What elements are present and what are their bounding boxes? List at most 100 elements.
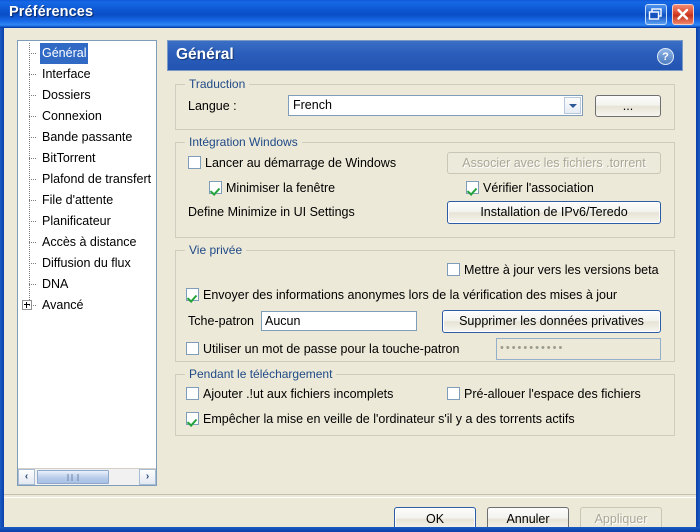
sidebar-item-plafond-de-transfert[interactable]: Plafond de transfert xyxy=(18,169,156,190)
window-border-right xyxy=(696,28,700,532)
tree-branch-icon xyxy=(29,284,36,286)
footer-divider xyxy=(4,494,696,498)
checkbox-label: Empêcher la mise en veille de l'ordinate… xyxy=(203,412,575,426)
close-icon[interactable] xyxy=(672,4,694,25)
scrollbar-thumb[interactable] xyxy=(37,470,109,484)
sidebar-item-label: Avancé xyxy=(42,298,84,312)
tree-branch-icon xyxy=(29,263,36,265)
sidebar-item-interface[interactable]: Interface xyxy=(18,64,156,85)
scroll-left-arrow-icon[interactable]: ‹ xyxy=(18,469,35,485)
tree-branch-icon xyxy=(29,179,36,181)
checkbox-label: Lancer au démarrage de Windows xyxy=(205,156,397,170)
associate-torrent-button: Associer avec les fichiers .torrent xyxy=(447,152,661,174)
checkbox-box[interactable] xyxy=(186,387,199,400)
sidebar-item-label: Dossiers xyxy=(42,88,91,102)
delete-private-data-button[interactable]: Supprimer les données privatives xyxy=(442,310,661,333)
sidebar-item-label: Bande passante xyxy=(42,130,133,144)
sidebar-item-label: Planificateur xyxy=(42,214,111,228)
settings-tree[interactable]: Général Interface Dossiers Connexion Bande p… xyxy=(17,40,157,486)
checkbox-box[interactable] xyxy=(447,263,460,276)
preferences-dialog: Préférences Général Interface Dossiers Conn… xyxy=(0,0,700,532)
sidebar-item-label: Accès à distance xyxy=(42,235,137,249)
tree-branch-icon xyxy=(29,242,36,244)
patron-key-value: Aucun xyxy=(265,314,301,328)
checkbox-box[interactable] xyxy=(186,342,199,355)
checkbox-box[interactable] xyxy=(447,387,460,400)
tree-branch-icon xyxy=(29,200,36,202)
checkbox-label: Envoyer des informations anonymes lors d… xyxy=(203,288,618,302)
checkbox-box[interactable] xyxy=(209,181,222,194)
pane-header: Général ? xyxy=(167,40,683,71)
sidebar-item-g-n-ral[interactable]: Général xyxy=(18,43,156,64)
browse-language-button[interactable]: ... xyxy=(595,95,661,117)
tree-branch-icon xyxy=(29,221,36,223)
sidebar-item-label: Plafond de transfert xyxy=(42,172,152,186)
sidebar-item-label: BitTorrent xyxy=(42,151,96,165)
group-title-traduction: Traduction xyxy=(185,77,250,91)
chevron-down-icon[interactable] xyxy=(564,97,581,114)
window-border-bottom xyxy=(0,527,700,532)
sidebar-item-dna[interactable]: DNA xyxy=(18,274,156,295)
tree-branch-icon xyxy=(29,137,36,139)
checkbox-label: Ajouter .!ut aux fichiers incomplets xyxy=(203,387,394,401)
minimize-note: Define Minimize in UI Settings xyxy=(188,205,355,219)
language-select[interactable]: French xyxy=(288,95,583,116)
page-title: Général xyxy=(176,46,234,63)
dialog-client-area: Général Interface Dossiers Connexion Bande p… xyxy=(4,28,696,531)
group-title-privacy: Vie privée xyxy=(185,243,247,257)
window-border-left xyxy=(0,28,4,532)
scrollbar-grip-icon xyxy=(67,474,79,481)
window-title: Préférences xyxy=(9,4,94,20)
restore-window-icon[interactable] xyxy=(645,4,667,25)
sidebar-item-label: Diffusion du flux xyxy=(42,256,131,270)
language-selected-value: French xyxy=(293,98,332,112)
sidebar-item-label: Interface xyxy=(42,67,91,81)
tree-branch-icon xyxy=(29,116,36,118)
sidebar-item-avanc[interactable]: Avancé xyxy=(18,295,156,316)
tree-branch-icon xyxy=(29,305,36,307)
sidebar-item-label: File d'attente xyxy=(42,193,114,207)
checkbox-label: Minimiser la fenêtre xyxy=(226,181,336,195)
checkbox-label: Vérifier l'association xyxy=(483,181,594,195)
patron-key-input[interactable]: Aucun xyxy=(261,311,417,331)
scroll-right-arrow-icon[interactable]: › xyxy=(139,469,156,485)
tree-item-list: Général Interface Dossiers Connexion Bande p… xyxy=(18,43,156,316)
checkbox-label: Mettre à jour vers les versions beta xyxy=(464,263,659,277)
checkbox-box[interactable] xyxy=(186,412,199,425)
sidebar-item-bande-passante[interactable]: Bande passante xyxy=(18,127,156,148)
group-traduction: Traduction Langue : French ... xyxy=(175,77,675,130)
sidebar-item-label: DNA xyxy=(42,277,69,291)
sidebar-item-diffusion-du-flux[interactable]: Diffusion du flux xyxy=(18,253,156,274)
settings-pane: Général ? Traduction Langue : French ...… xyxy=(167,40,683,486)
sidebar-item-acc-s-distance[interactable]: Accès à distance xyxy=(18,232,156,253)
group-title-integration: Intégration Windows xyxy=(185,135,302,149)
group-title-download: Pendant le téléchargement xyxy=(185,367,337,381)
checkbox-box[interactable] xyxy=(188,156,201,169)
group-privacy: Vie privée Vérifier automatiquement les … xyxy=(175,243,675,362)
checkbox-label: Pré-allouer l'espace des fichiers xyxy=(464,387,641,401)
tree-branch-icon xyxy=(29,53,36,55)
patron-password-input: ••••••••••• xyxy=(496,338,661,360)
sidebar-item-label: Général xyxy=(40,43,89,64)
sidebar-item-dossiers[interactable]: Dossiers xyxy=(18,85,156,106)
tree-horizontal-scrollbar[interactable]: ‹ › xyxy=(18,468,156,485)
patron-password-value: ••••••••••• xyxy=(500,342,565,354)
patron-key-label: Tche-patron xyxy=(188,314,255,328)
tree-branch-icon xyxy=(29,95,36,97)
checkbox-label: Utiliser un mot de passe pour la touche-… xyxy=(203,342,460,356)
title-bar[interactable]: Préférences xyxy=(0,0,700,28)
group-during-download: Pendant le téléchargement Ajouter .!ut a… xyxy=(175,367,675,436)
group-integration-windows: Intégration Windows Lancer au démarrage … xyxy=(175,135,675,238)
sidebar-item-bittorrent[interactable]: BitTorrent xyxy=(18,148,156,169)
checkbox-box[interactable] xyxy=(466,181,479,194)
sidebar-item-label: Connexion xyxy=(42,109,102,123)
sidebar-item-file-d-attente[interactable]: File d'attente xyxy=(18,190,156,211)
language-label: Langue : xyxy=(188,99,237,113)
checkbox-box[interactable] xyxy=(186,288,199,301)
tree-branch-icon xyxy=(29,158,36,160)
help-icon[interactable]: ? xyxy=(657,48,674,65)
tree-branch-icon xyxy=(29,74,36,76)
sidebar-item-connexion[interactable]: Connexion xyxy=(18,106,156,127)
sidebar-item-planificateur[interactable]: Planificateur xyxy=(18,211,156,232)
install-ipv6-teredo-button[interactable]: Installation de IPv6/Teredo xyxy=(447,201,661,224)
